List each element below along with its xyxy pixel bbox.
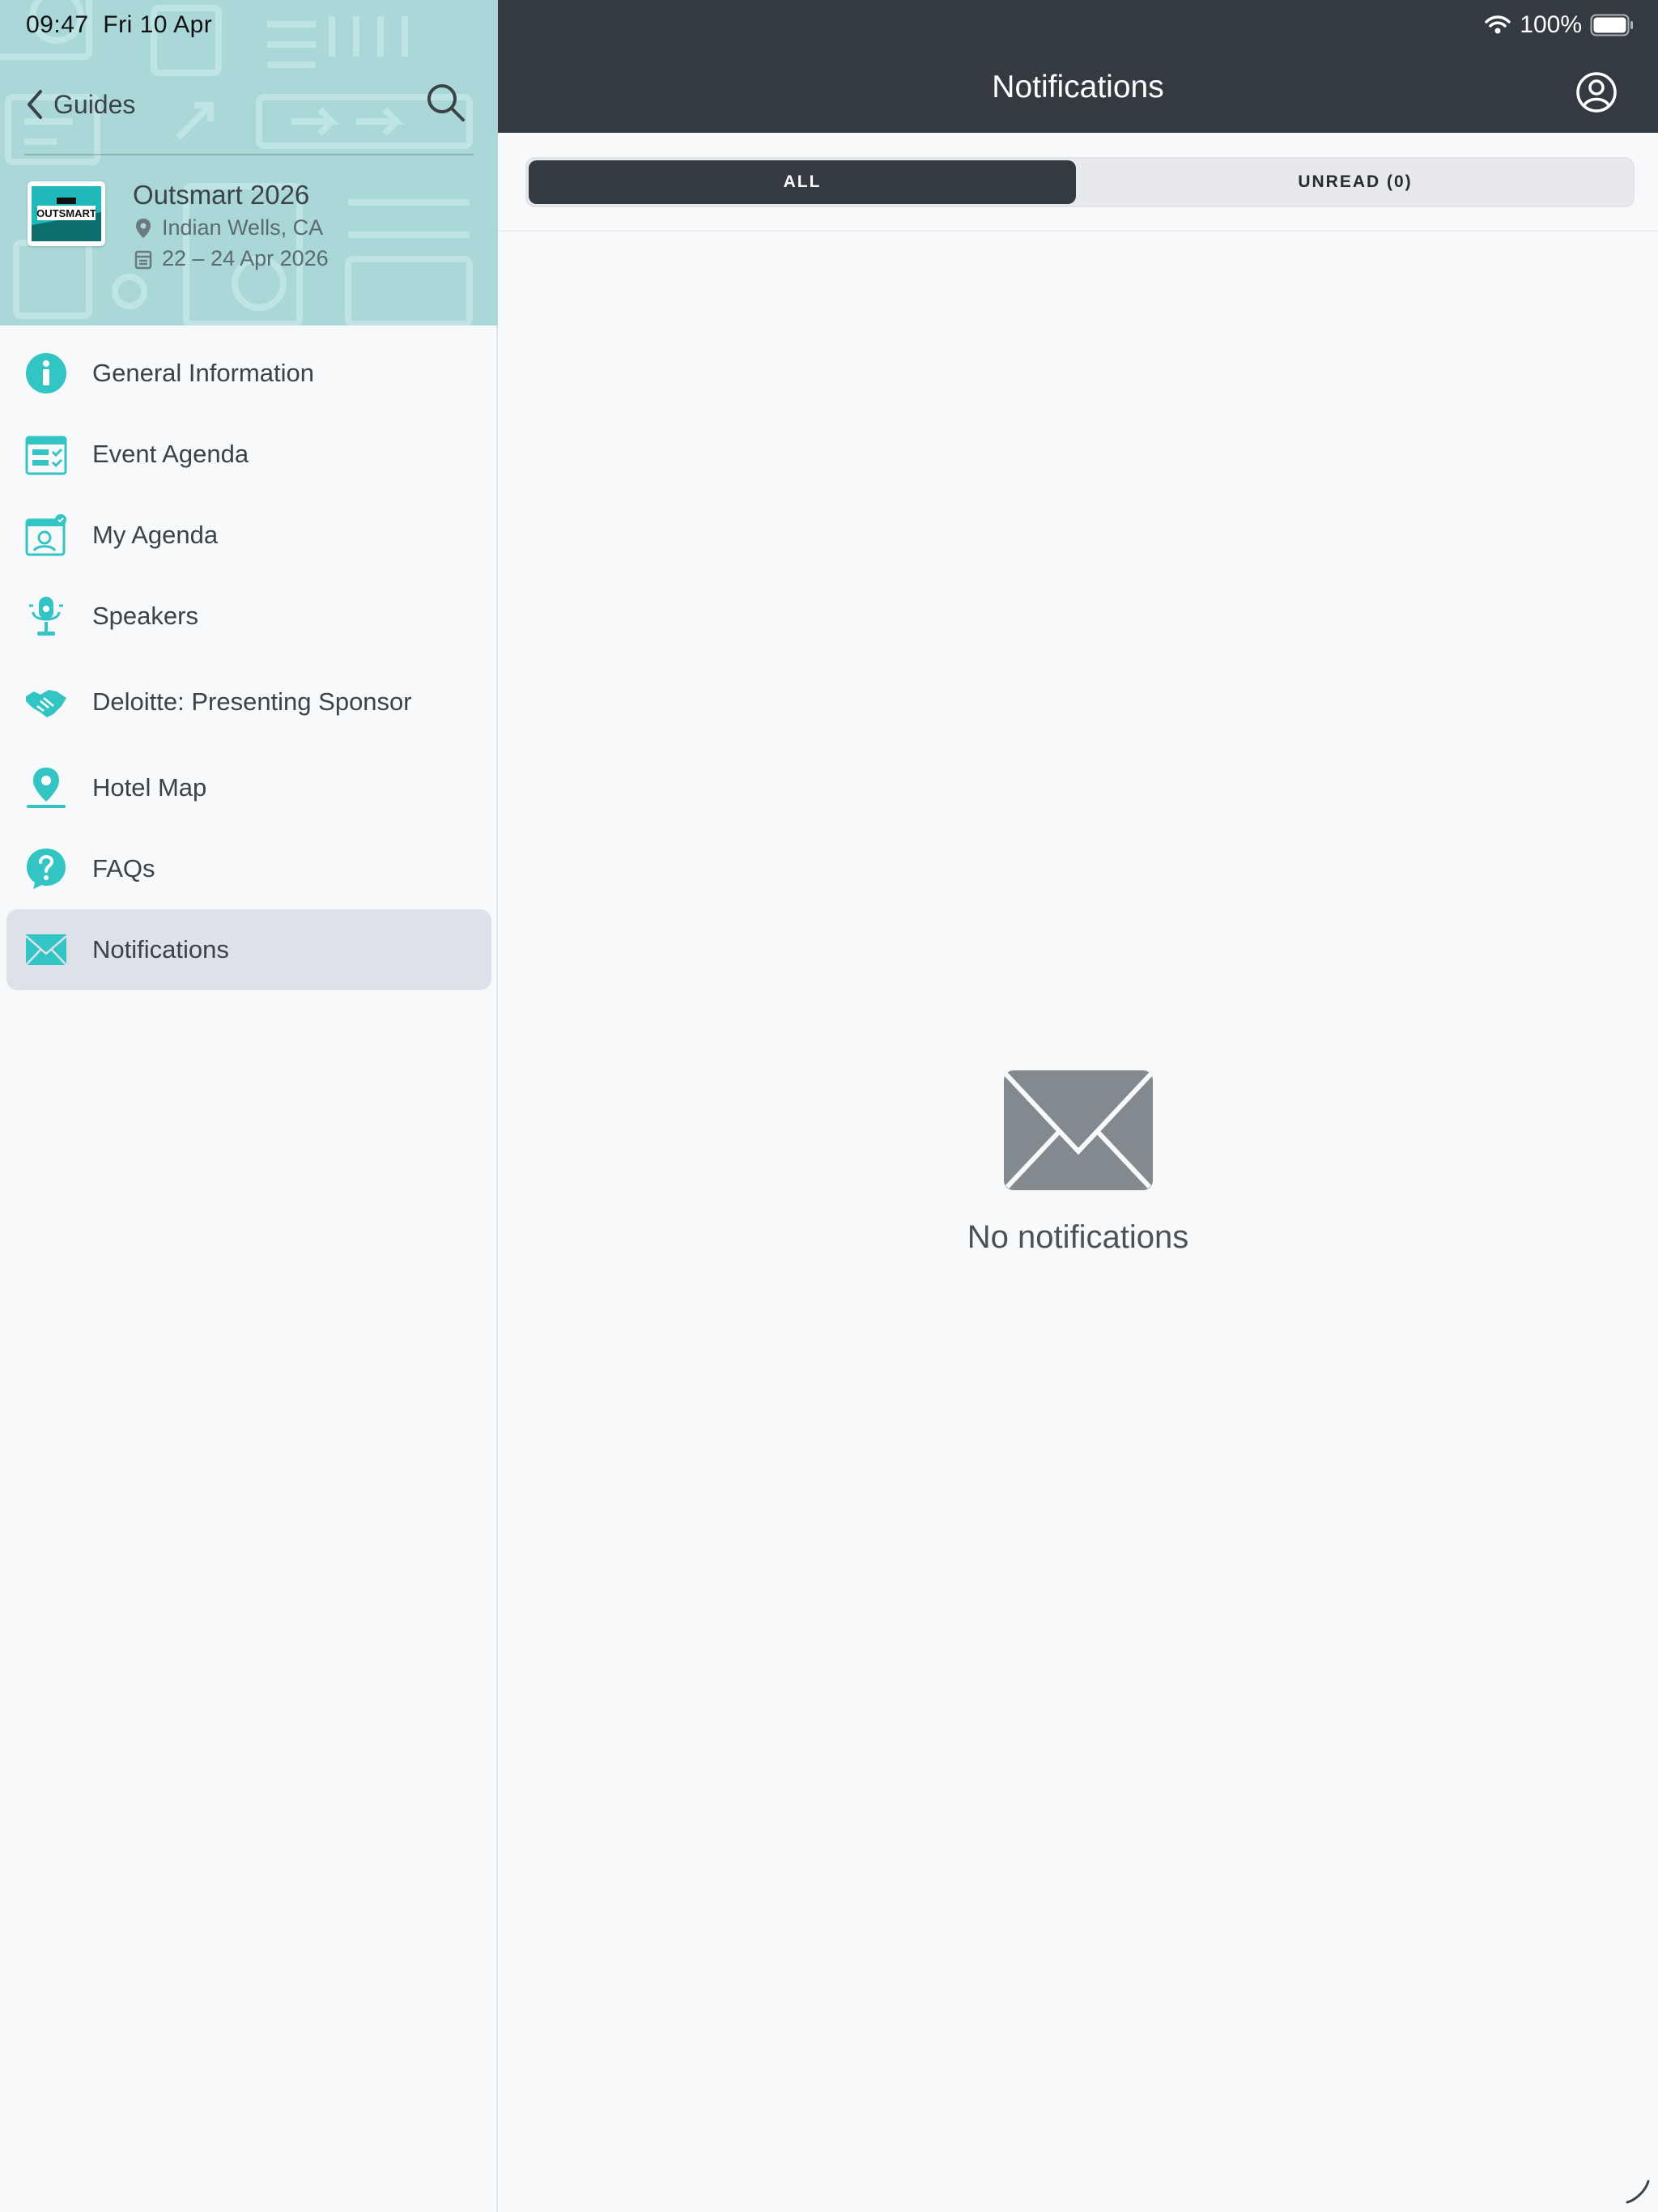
chevron-left-icon (28, 90, 42, 119)
envelope-icon (1003, 1070, 1153, 1190)
microphone-icon (29, 597, 63, 636)
sidebar-item-label: General Information (92, 359, 314, 387)
sidebar-item-notifications[interactable]: Notifications (6, 909, 491, 990)
sidebar-item-label: FAQs (92, 854, 155, 883)
sidebar-header: 09:47 Fri 10 Apr Guides OUTSMART Outsmar… (0, 0, 498, 325)
sidebar-item-event-agenda[interactable]: Event Agenda (6, 414, 491, 495)
personal-calendar-icon (25, 514, 66, 556)
tab-all[interactable]: ALL (529, 160, 1076, 204)
sidebar-item-label: Event Agenda (92, 440, 249, 468)
sidebar-item-my-agenda[interactable]: My Agenda (6, 495, 491, 576)
search-icon[interactable] (424, 81, 466, 123)
calendar-icon (134, 250, 152, 269)
event-logo: OUTSMART (28, 181, 105, 246)
user-profile-icon[interactable] (1575, 71, 1618, 113)
sidebar-item-label: Notifications (92, 935, 229, 963)
empty-state-message: No notifications (967, 1219, 1189, 1255)
map-pin-icon (27, 768, 66, 808)
sidebar-item-general-information[interactable]: General Information (6, 333, 491, 414)
status-bar-time: 09:47 Fri 10 Apr (26, 11, 213, 38)
sidebar: 09:47 Fri 10 Apr Guides OUTSMART Outsmar… (0, 0, 498, 2212)
sidebar-item-speakers[interactable]: Speakers (6, 576, 491, 657)
sidebar-item-label: Speakers (92, 602, 198, 630)
filter-bar: ALL UNREAD (0) (498, 133, 1658, 232)
event-dates: 22 – 24 Apr 2026 (134, 246, 329, 271)
back-label: Guides (53, 89, 136, 119)
question-bubble-icon (27, 849, 66, 889)
calendar-checklist-icon (25, 436, 67, 475)
event-title: Outsmart 2026 (133, 180, 310, 210)
header-divider (24, 154, 474, 155)
sidebar-item-faqs[interactable]: FAQs (6, 828, 491, 909)
sidebar-item-hotel-map[interactable]: Hotel Map (6, 747, 491, 828)
sidebar-item-deloitte-presenting-sponsor[interactable]: Deloitte: Presenting Sponsor (6, 661, 491, 742)
top-bar: 100% Notifications (498, 0, 1658, 133)
empty-state: No notifications (498, 1069, 1658, 1256)
svg-text:OUTSMART: OUTSMART (36, 207, 96, 219)
resize-corner-icon (1626, 2180, 1650, 2204)
location-pin-icon (136, 218, 151, 238)
back-to-guides-button[interactable]: Guides (24, 84, 135, 125)
wifi-icon (1485, 15, 1511, 34)
handshake-icon (26, 690, 66, 717)
event-location: Indian Wells, CA (134, 215, 323, 240)
notification-filter-control: ALL UNREAD (0) (525, 157, 1635, 207)
header-background-pattern (0, 0, 473, 325)
page-title: Notifications (992, 70, 1164, 104)
sidebar-item-label: Deloitte: Presenting Sponsor (92, 687, 412, 716)
battery-percentage: 100% (1520, 11, 1582, 38)
sidebar-item-label: My Agenda (92, 521, 219, 549)
battery-icon (1590, 14, 1633, 36)
envelope-icon (25, 934, 67, 966)
tab-unread[interactable]: UNREAD (0) (1078, 160, 1633, 204)
sidebar-item-label: Hotel Map (92, 773, 207, 802)
status-bar-right: 100% (1484, 11, 1634, 39)
info-icon (26, 353, 66, 393)
